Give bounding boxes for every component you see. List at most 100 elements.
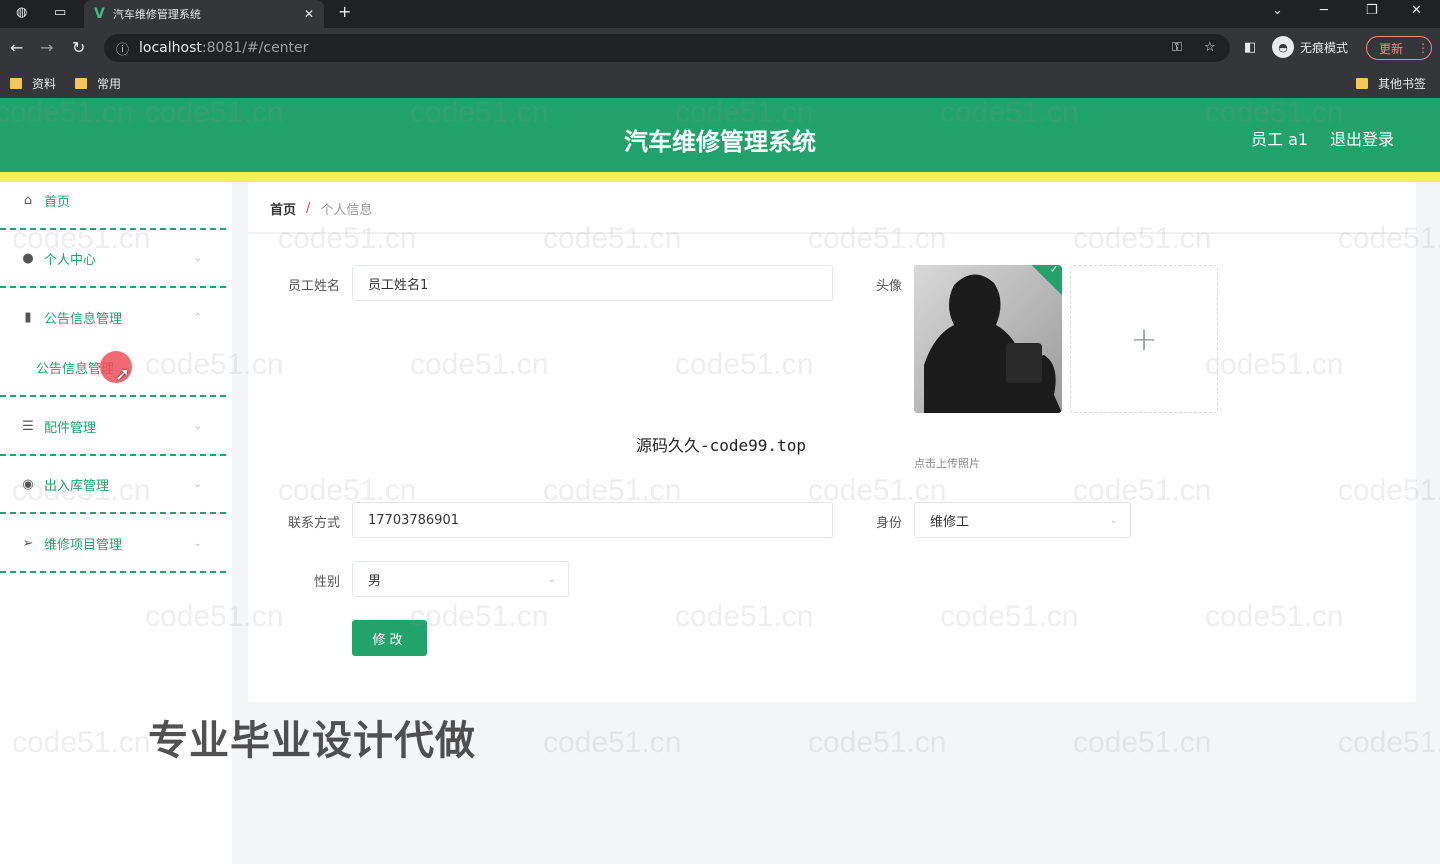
- update-button[interactable]: 更新 ⋮: [1366, 36, 1432, 60]
- user-name[interactable]: 员工 a1: [1251, 126, 1308, 150]
- minimize-icon[interactable]: ─: [1320, 3, 1328, 18]
- mouse-cursor-icon: ➚: [115, 364, 131, 385]
- sidebar-item-label: 配件管理: [44, 420, 97, 436]
- name-label: 员工姓名: [287, 279, 340, 294]
- incognito-icon: ◓: [1272, 36, 1294, 58]
- window-close-icon[interactable]: ✕: [1411, 3, 1422, 18]
- submit-button[interactable]: 修改: [352, 620, 427, 656]
- bookmark-label: 资料: [32, 77, 57, 91]
- sidebar-item-repair-project[interactable]: ➢ 维修项目管理 ⌄: [0, 515, 226, 573]
- role-select[interactable]: 维修工 ⌄: [914, 502, 1131, 538]
- chevron-down-icon: ⌄: [193, 478, 202, 490]
- browser-tab[interactable]: V 汽车维修管理系统 ✕: [84, 0, 324, 28]
- sidebar-item-parts-management[interactable]: ☰ 配件管理 ⌄: [0, 398, 226, 456]
- phone-label: 联系方式: [287, 516, 340, 531]
- bookmark-label: 其他书签: [1378, 77, 1427, 91]
- sidebar-item-label: 维修项目管理: [44, 537, 123, 553]
- bookmark-label: 常用: [97, 77, 122, 91]
- watermark: code51.cn: [808, 726, 947, 759]
- incognito-badge[interactable]: ◓ 无痕模式: [1272, 36, 1348, 58]
- forward-icon[interactable]: →: [40, 38, 53, 57]
- globe-icon[interactable]: ◍: [16, 5, 27, 20]
- bar-chart-icon: ▮: [24, 309, 32, 325]
- send-icon: ➢: [22, 535, 34, 551]
- watermark: code51.cn: [1073, 726, 1212, 759]
- check-icon: ✓: [1049, 265, 1059, 276]
- sidebar-item-personal-center[interactable]: ● 个人中心 ⌄: [0, 230, 226, 288]
- folder-icon: [75, 78, 87, 89]
- incognito-label: 无痕模式: [1300, 40, 1349, 55]
- breadcrumb-current: 个人信息: [320, 203, 373, 218]
- gender-select[interactable]: 男 ⌄: [352, 561, 569, 597]
- sidebar-item-label: 公告信息管理: [44, 311, 123, 327]
- update-label: 更新: [1379, 41, 1404, 56]
- info-icon[interactable]: ⓘ: [116, 39, 129, 58]
- chevron-down-icon: ⌄: [193, 420, 202, 432]
- logout-link[interactable]: 退出登录: [1330, 126, 1394, 150]
- bookmark-folder[interactable]: 资料: [10, 75, 56, 92]
- url-field[interactable]: ⓘ localhost:8081/#/center: [104, 34, 1230, 62]
- url-path: :8081/#/center: [201, 40, 309, 56]
- sidebar-item-notice-management[interactable]: ▮ 公告信息管理 ⌃: [0, 288, 226, 346]
- avatar-photo: [914, 265, 1062, 413]
- menu-dots-icon: ⋮: [1417, 41, 1430, 55]
- location-icon: ◉: [22, 476, 34, 492]
- chevron-down-icon[interactable]: ⌄: [1272, 3, 1283, 18]
- home-icon: ⌂: [23, 192, 33, 208]
- tab-title: 汽车维修管理系统: [112, 8, 201, 21]
- watermark: code51.cn: [543, 726, 682, 759]
- role-value: 维修工: [930, 514, 970, 530]
- avatar-label: 头像: [875, 279, 902, 294]
- vue-logo-icon: V: [94, 6, 105, 22]
- browser-tabbar: ◍ ▭ V 汽车维修管理系统 ✕ + ⌄ ─ ❐ ✕: [0, 0, 1440, 28]
- phone-input[interactable]: 17703786901: [352, 502, 833, 538]
- bookmarks-bar: 资料 常用 其他书签: [0, 68, 1440, 98]
- avatar-upload-button[interactable]: +: [1070, 265, 1218, 413]
- sidebar-item-label: 出入库管理: [44, 478, 110, 494]
- app-header: 汽车维修管理系统 员工 a1 退出登录: [0, 98, 1440, 172]
- sidebar-item-label: 首页: [44, 194, 71, 210]
- breadcrumb-home[interactable]: 首页: [270, 199, 296, 218]
- restore-icon[interactable]: ❐: [1366, 3, 1378, 18]
- back-icon[interactable]: ←: [10, 38, 23, 57]
- key-icon[interactable]: ⚿: [1172, 40, 1182, 55]
- gender-label: 性别: [313, 575, 340, 590]
- window-icon[interactable]: ▭: [54, 5, 66, 20]
- user-icon: ●: [22, 250, 34, 266]
- chevron-down-icon: ⌄: [193, 252, 202, 264]
- breadcrumb: 首页 / 个人信息: [270, 199, 372, 218]
- source-overlay-text: 源码久久-code99.top: [636, 436, 806, 455]
- star-icon[interactable]: ☆: [1204, 40, 1216, 55]
- breadcrumb-separator: /: [306, 201, 311, 216]
- main-panel: 首页 / 个人信息 员工姓名 员工姓名1 头像 ✓ + 点击上传照片 联系方式: [248, 182, 1416, 702]
- chevron-down-icon: ⌄: [1109, 514, 1118, 526]
- sliders-icon: ☰: [22, 418, 34, 434]
- chevron-down-icon: ⌄: [547, 573, 556, 585]
- other-bookmarks[interactable]: 其他书签: [1356, 75, 1426, 92]
- gender-value: 男: [368, 573, 382, 589]
- sidebar-item-home[interactable]: ⌂ 首页: [0, 172, 226, 230]
- sidebar-item-label: 个人中心: [44, 252, 97, 268]
- url-host: localhost: [139, 40, 202, 56]
- bookmark-folder[interactable]: 常用: [75, 75, 121, 92]
- name-value: 员工姓名1: [368, 277, 429, 293]
- phone-value: 17703786901: [368, 512, 459, 528]
- promo-overlay-text: 专业毕业设计代做: [148, 718, 476, 764]
- plus-icon: +: [1130, 320, 1158, 358]
- new-tab-icon[interactable]: +: [338, 2, 351, 21]
- close-tab-icon[interactable]: ✕: [304, 7, 314, 21]
- upload-tip: 点击上传照片: [914, 457, 980, 470]
- name-input[interactable]: 员工姓名1: [352, 265, 833, 301]
- folder-icon: [1356, 78, 1368, 89]
- sidebar-item-inventory-management[interactable]: ◉ 出入库管理 ⌄: [0, 456, 226, 514]
- folder-icon: [10, 78, 22, 89]
- breadcrumb-divider: [248, 232, 1416, 234]
- avatar-image[interactable]: ✓: [914, 265, 1062, 413]
- app-title: 汽车维修管理系统: [624, 128, 816, 156]
- sidepanel-icon[interactable]: ◧: [1244, 40, 1256, 55]
- chevron-down-icon: ⌄: [193, 537, 202, 549]
- reload-icon[interactable]: ↻: [72, 38, 85, 57]
- browser-address-bar: ← → ↻ ⓘ localhost:8081/#/center ⚿ ☆ ◧ ◓ …: [0, 28, 1440, 68]
- chevron-up-icon: ⌃: [193, 311, 202, 323]
- role-label: 身份: [875, 516, 902, 531]
